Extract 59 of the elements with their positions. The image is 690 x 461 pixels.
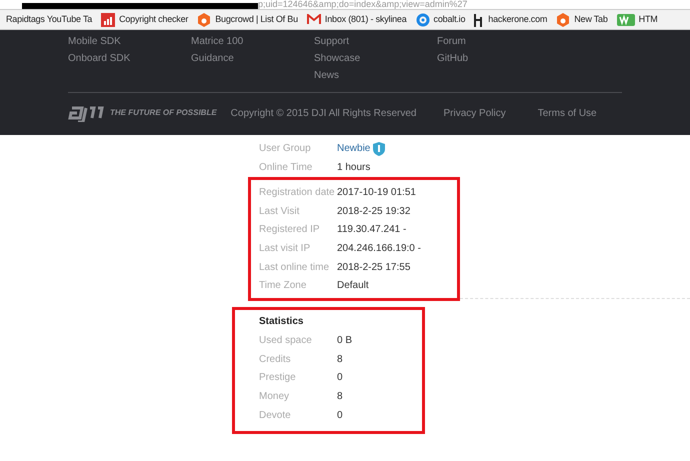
bookmark[interactable]: hackerone.com [474,12,548,26]
bookmark[interactable]: Rapidtags YouTube Ta [6,12,92,26]
field-label: User Group [259,142,312,156]
field-label: Money [259,390,290,404]
bookmark[interactable]: HTM [616,12,658,26]
field-label: Time Zone [259,279,308,294]
bookmark[interactable]: New Tab [556,12,608,26]
field-label: Devote [259,408,292,423]
bookmark[interactable]: cobalt.io [416,12,466,26]
c-logo-icon [416,12,430,26]
footer-link[interactable]: Showcase [314,50,437,67]
field-value: 0 [337,371,343,386]
field-label: Credits [259,352,292,367]
field-value: 2018-2-25 17:55 [337,260,410,275]
dji-logo-icon [68,104,104,122]
field-value: 2018-2-25 19:32 [337,204,410,219]
field-value: 0 B [337,334,352,348]
copyright-text: Copyright © 2015 DJI All Rights Reserved [230,106,416,120]
user-group-link[interactable]: Newbie [337,141,370,156]
field-label: Registered IP [259,223,321,238]
footer-link[interactable]: Matrice 100 [191,33,314,50]
hexagon-b-icon [197,12,212,26]
footer-link[interactable]: Terms of Use [538,106,597,120]
url-text: p;uid=124646&amp;do=index&amp;view=admin%27 [258,0,468,9]
field-value: 119.30.47.241 - [337,223,406,238]
section-title: Statistics [259,315,304,330]
h1-logo-icon [474,12,484,26]
w3-logo-icon [616,14,635,26]
footer-link[interactable]: Mobile SDK [68,33,191,50]
field-label: Online Time [259,161,314,175]
hexagon-b-icon [556,12,570,26]
field-value: 204.246.166.19:0 - [337,242,421,256]
bookmark[interactable]: Copyright checker [101,12,188,26]
shield-icon [373,142,386,156]
field-label: Last Visit [259,204,300,219]
footer-link[interactable]: Privacy Policy [443,106,506,120]
field-label: Last online time [259,260,330,275]
field-label: Last visit IP [259,242,312,256]
bookmark[interactable]: Bugcrowd | List Of Bu [197,12,298,26]
bookmark[interactable]: Inbox (801) - skylinea [306,12,407,26]
field-value: 1 hours [337,161,370,175]
field-value: 8 [337,390,343,404]
field-label: Registration date [259,186,336,200]
footer-link[interactable]: Support [314,33,437,50]
field-label: Used space [259,334,313,348]
field-label: Prestige [259,371,297,386]
footer-link[interactable]: Forum [437,33,560,50]
footer-link[interactable]: GitHub [437,50,560,67]
mail-icon [306,14,321,25]
field-value: 0 [337,408,343,423]
footer-link[interactable]: Onboard SDK [68,50,191,67]
field-value: 2017-10-19 01:51 [337,186,416,200]
footer-link[interactable]: Guidance [191,50,314,67]
field-value: Default [337,279,369,294]
footer-link[interactable]: News [314,67,437,84]
bar-chart-icon [101,12,116,26]
field-value: 8 [337,352,343,367]
address-bar[interactable]: p;uid=124646&amp;do=index&amp;view=admin%27 [0,0,690,10]
tagline: THE FUTURE OF POSSIBLE [110,107,217,119]
